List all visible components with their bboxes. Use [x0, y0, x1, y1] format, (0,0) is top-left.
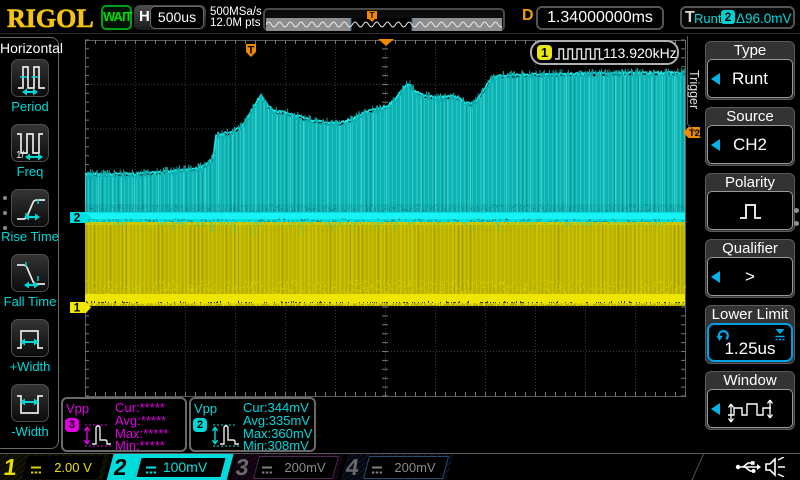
svg-text:1: 1	[74, 301, 81, 315]
svg-text:2: 2	[74, 211, 81, 225]
svg-text:1/: 1/	[16, 150, 25, 161]
svg-text:T: T	[248, 45, 255, 57]
svg-text:T: T	[370, 11, 375, 20]
